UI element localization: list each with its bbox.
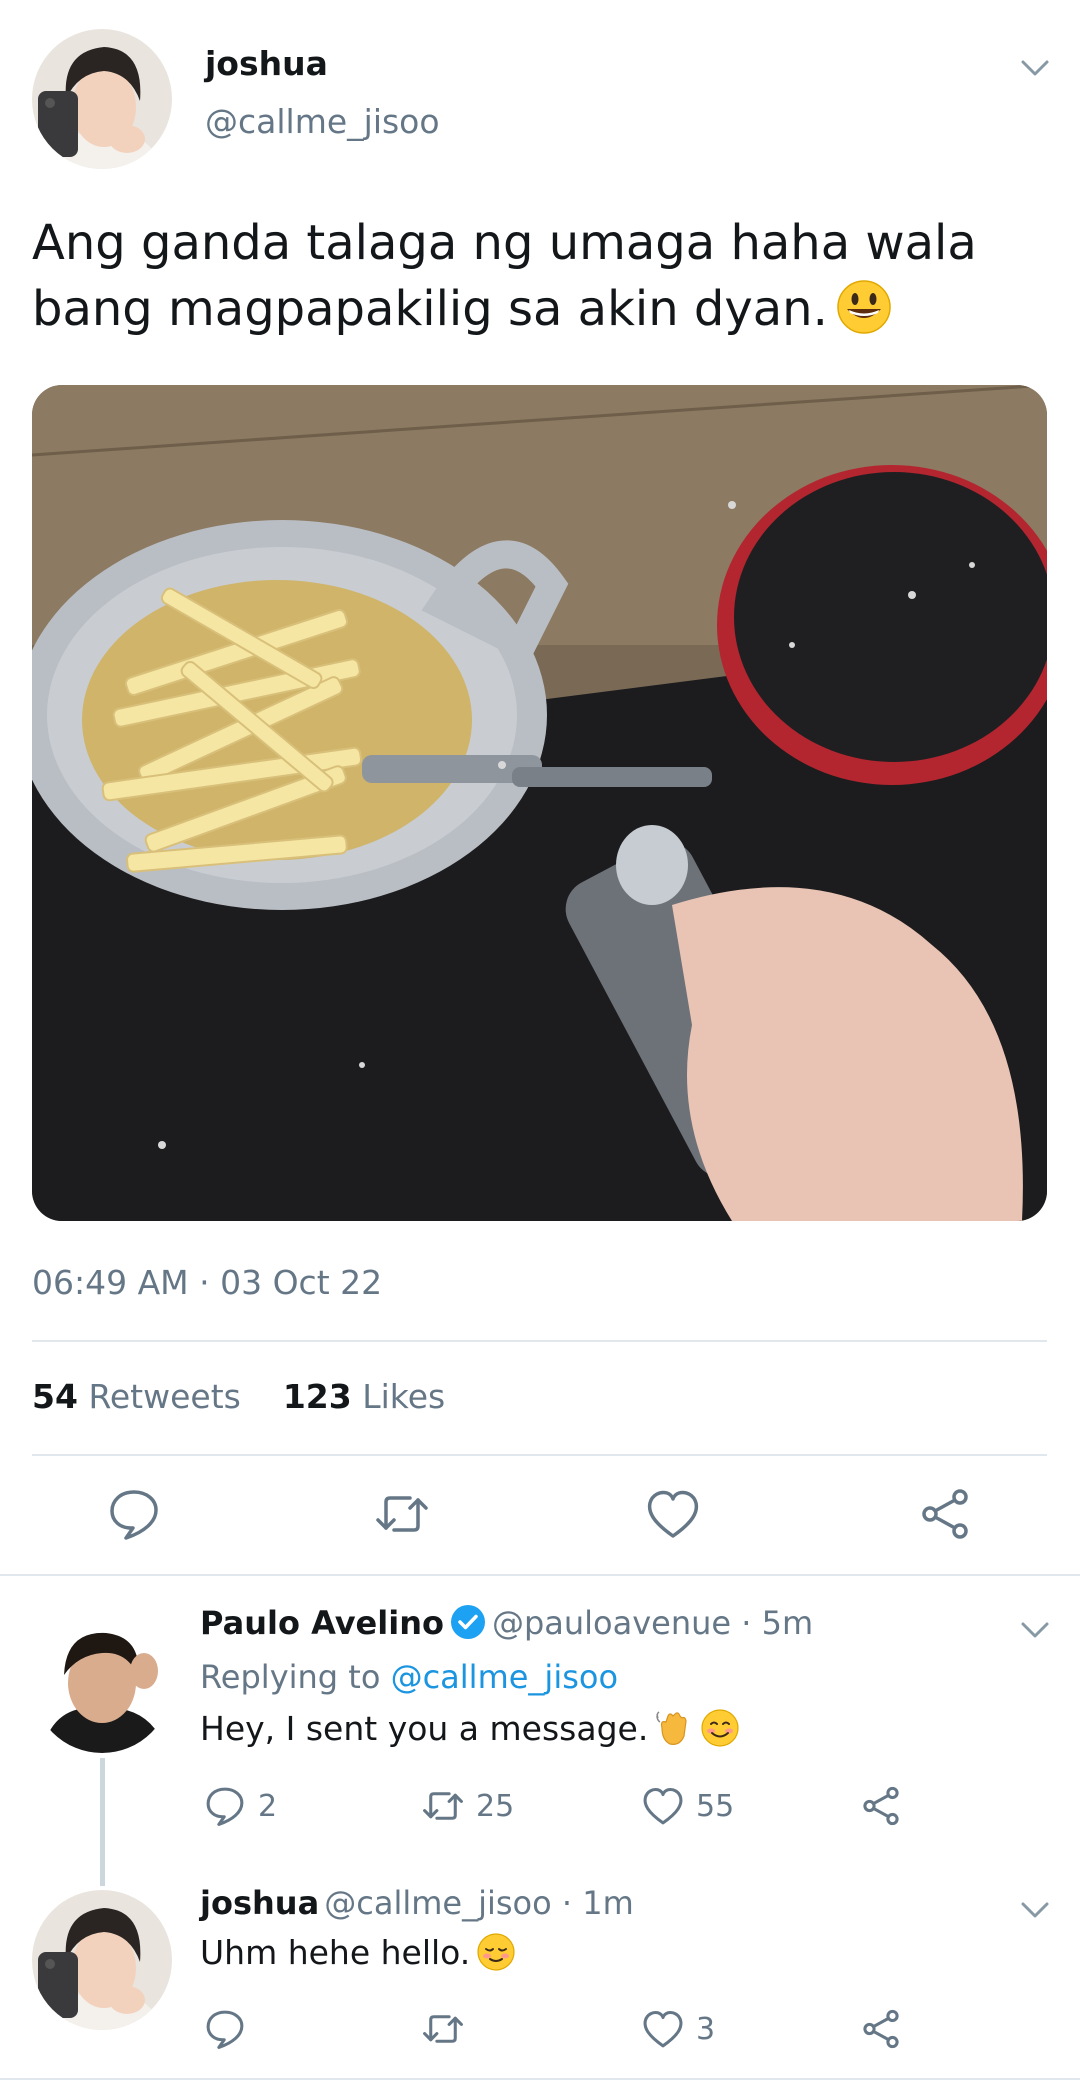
thread-line	[100, 1758, 105, 1886]
chevron-down-icon[interactable]	[1020, 1620, 1050, 1640]
tweet-text: Ang ganda talaga ng umaga haha wala bang…	[32, 210, 1042, 342]
grinning-face-emoji	[836, 279, 892, 335]
retweet-count: 25	[476, 1788, 515, 1824]
divider	[32, 1454, 1047, 1456]
reply-icon	[202, 2010, 248, 2056]
share-icon	[858, 1786, 904, 1833]
reply-text: Uhm hehe hello.	[200, 1932, 516, 1972]
likes-count: 123	[282, 1377, 352, 1416]
reply-body: Hey, I sent you a message.	[200, 1709, 649, 1748]
author-avatar[interactable]	[32, 29, 172, 169]
share-icon	[858, 2009, 904, 2056]
reply-icon	[104, 1490, 164, 1548]
likes-stat[interactable]: 123 Likes	[283, 1377, 445, 1416]
like-button[interactable]	[643, 1484, 703, 1544]
tweet-timestamp: 06:49 AM · 03 Oct 22	[32, 1263, 383, 1302]
author-name[interactable]: joshua	[205, 44, 328, 83]
reply-text: Hey, I sent you a message.	[200, 1708, 740, 1748]
reply-button[interactable]	[202, 2006, 248, 2052]
retweet-icon	[420, 2015, 466, 2056]
heart-icon	[643, 1490, 703, 1548]
likes-label: Likes	[362, 1377, 446, 1416]
replying-handle-link[interactable]: @callme_jisoo	[391, 1658, 618, 1696]
divider	[0, 1574, 1080, 1576]
replying-prefix: Replying to	[200, 1658, 381, 1696]
reply-button[interactable]: 2	[202, 1783, 277, 1829]
chevron-down-icon[interactable]	[1020, 58, 1050, 78]
reply-header: joshua @callme_jisoo · 1m	[200, 1884, 634, 1922]
reply-handle-time[interactable]: @callme_jisoo · 1m	[324, 1884, 634, 1922]
share-button[interactable]	[915, 1484, 975, 1544]
like-count: 55	[696, 1788, 735, 1824]
reply-button[interactable]	[104, 1484, 164, 1544]
divider	[32, 1340, 1047, 1342]
reply-avatar[interactable]	[32, 1890, 172, 2030]
retweets-stat[interactable]: 54 Retweets	[32, 1377, 241, 1416]
like-button[interactable]: 3	[640, 2006, 715, 2052]
waving-hand-emoji	[654, 1708, 694, 1748]
retweets-count: 54	[32, 1377, 78, 1416]
reply-count: 2	[258, 1788, 278, 1824]
verified-badge-icon	[450, 1604, 486, 1640]
retweet-button[interactable]	[420, 2006, 466, 2052]
share-icon	[915, 1489, 975, 1548]
reply-author-name[interactable]: Paulo Avelino	[200, 1604, 444, 1642]
reply-header: Paulo Avelino @pauloavenue · 5m	[200, 1604, 813, 1642]
reply-body: Uhm hehe hello.	[200, 1933, 471, 1972]
retweet-icon	[372, 1496, 432, 1548]
retweet-button[interactable]	[372, 1484, 432, 1544]
heart-icon	[640, 1783, 686, 1829]
retweets-label: Retweets	[88, 1377, 241, 1416]
tweet-photo[interactable]	[32, 385, 1047, 1221]
reply-author-name[interactable]: joshua	[200, 1884, 319, 1922]
reply-avatar[interactable]	[32, 1613, 172, 1753]
share-button[interactable]	[858, 1783, 904, 1829]
author-handle[interactable]: @callme_jisoo	[205, 102, 440, 141]
divider	[0, 2078, 1080, 2080]
share-button[interactable]	[858, 2006, 904, 2052]
reply-handle-time[interactable]: @pauloavenue · 5m	[492, 1604, 813, 1642]
smiling-face-emoji	[700, 1708, 740, 1748]
replying-to: Replying to @callme_jisoo	[200, 1658, 618, 1696]
retweet-button[interactable]: 25	[420, 1783, 514, 1829]
tweet-stats: 54 Retweets 123 Likes	[32, 1377, 445, 1416]
chevron-down-icon[interactable]	[1020, 1900, 1050, 1920]
like-count: 3	[696, 2011, 716, 2047]
retweet-icon	[420, 1783, 466, 1829]
like-button[interactable]: 55	[640, 1783, 734, 1829]
reply-icon	[202, 1783, 248, 1829]
heart-icon	[640, 2006, 686, 2052]
relieved-face-emoji	[476, 1932, 516, 1972]
